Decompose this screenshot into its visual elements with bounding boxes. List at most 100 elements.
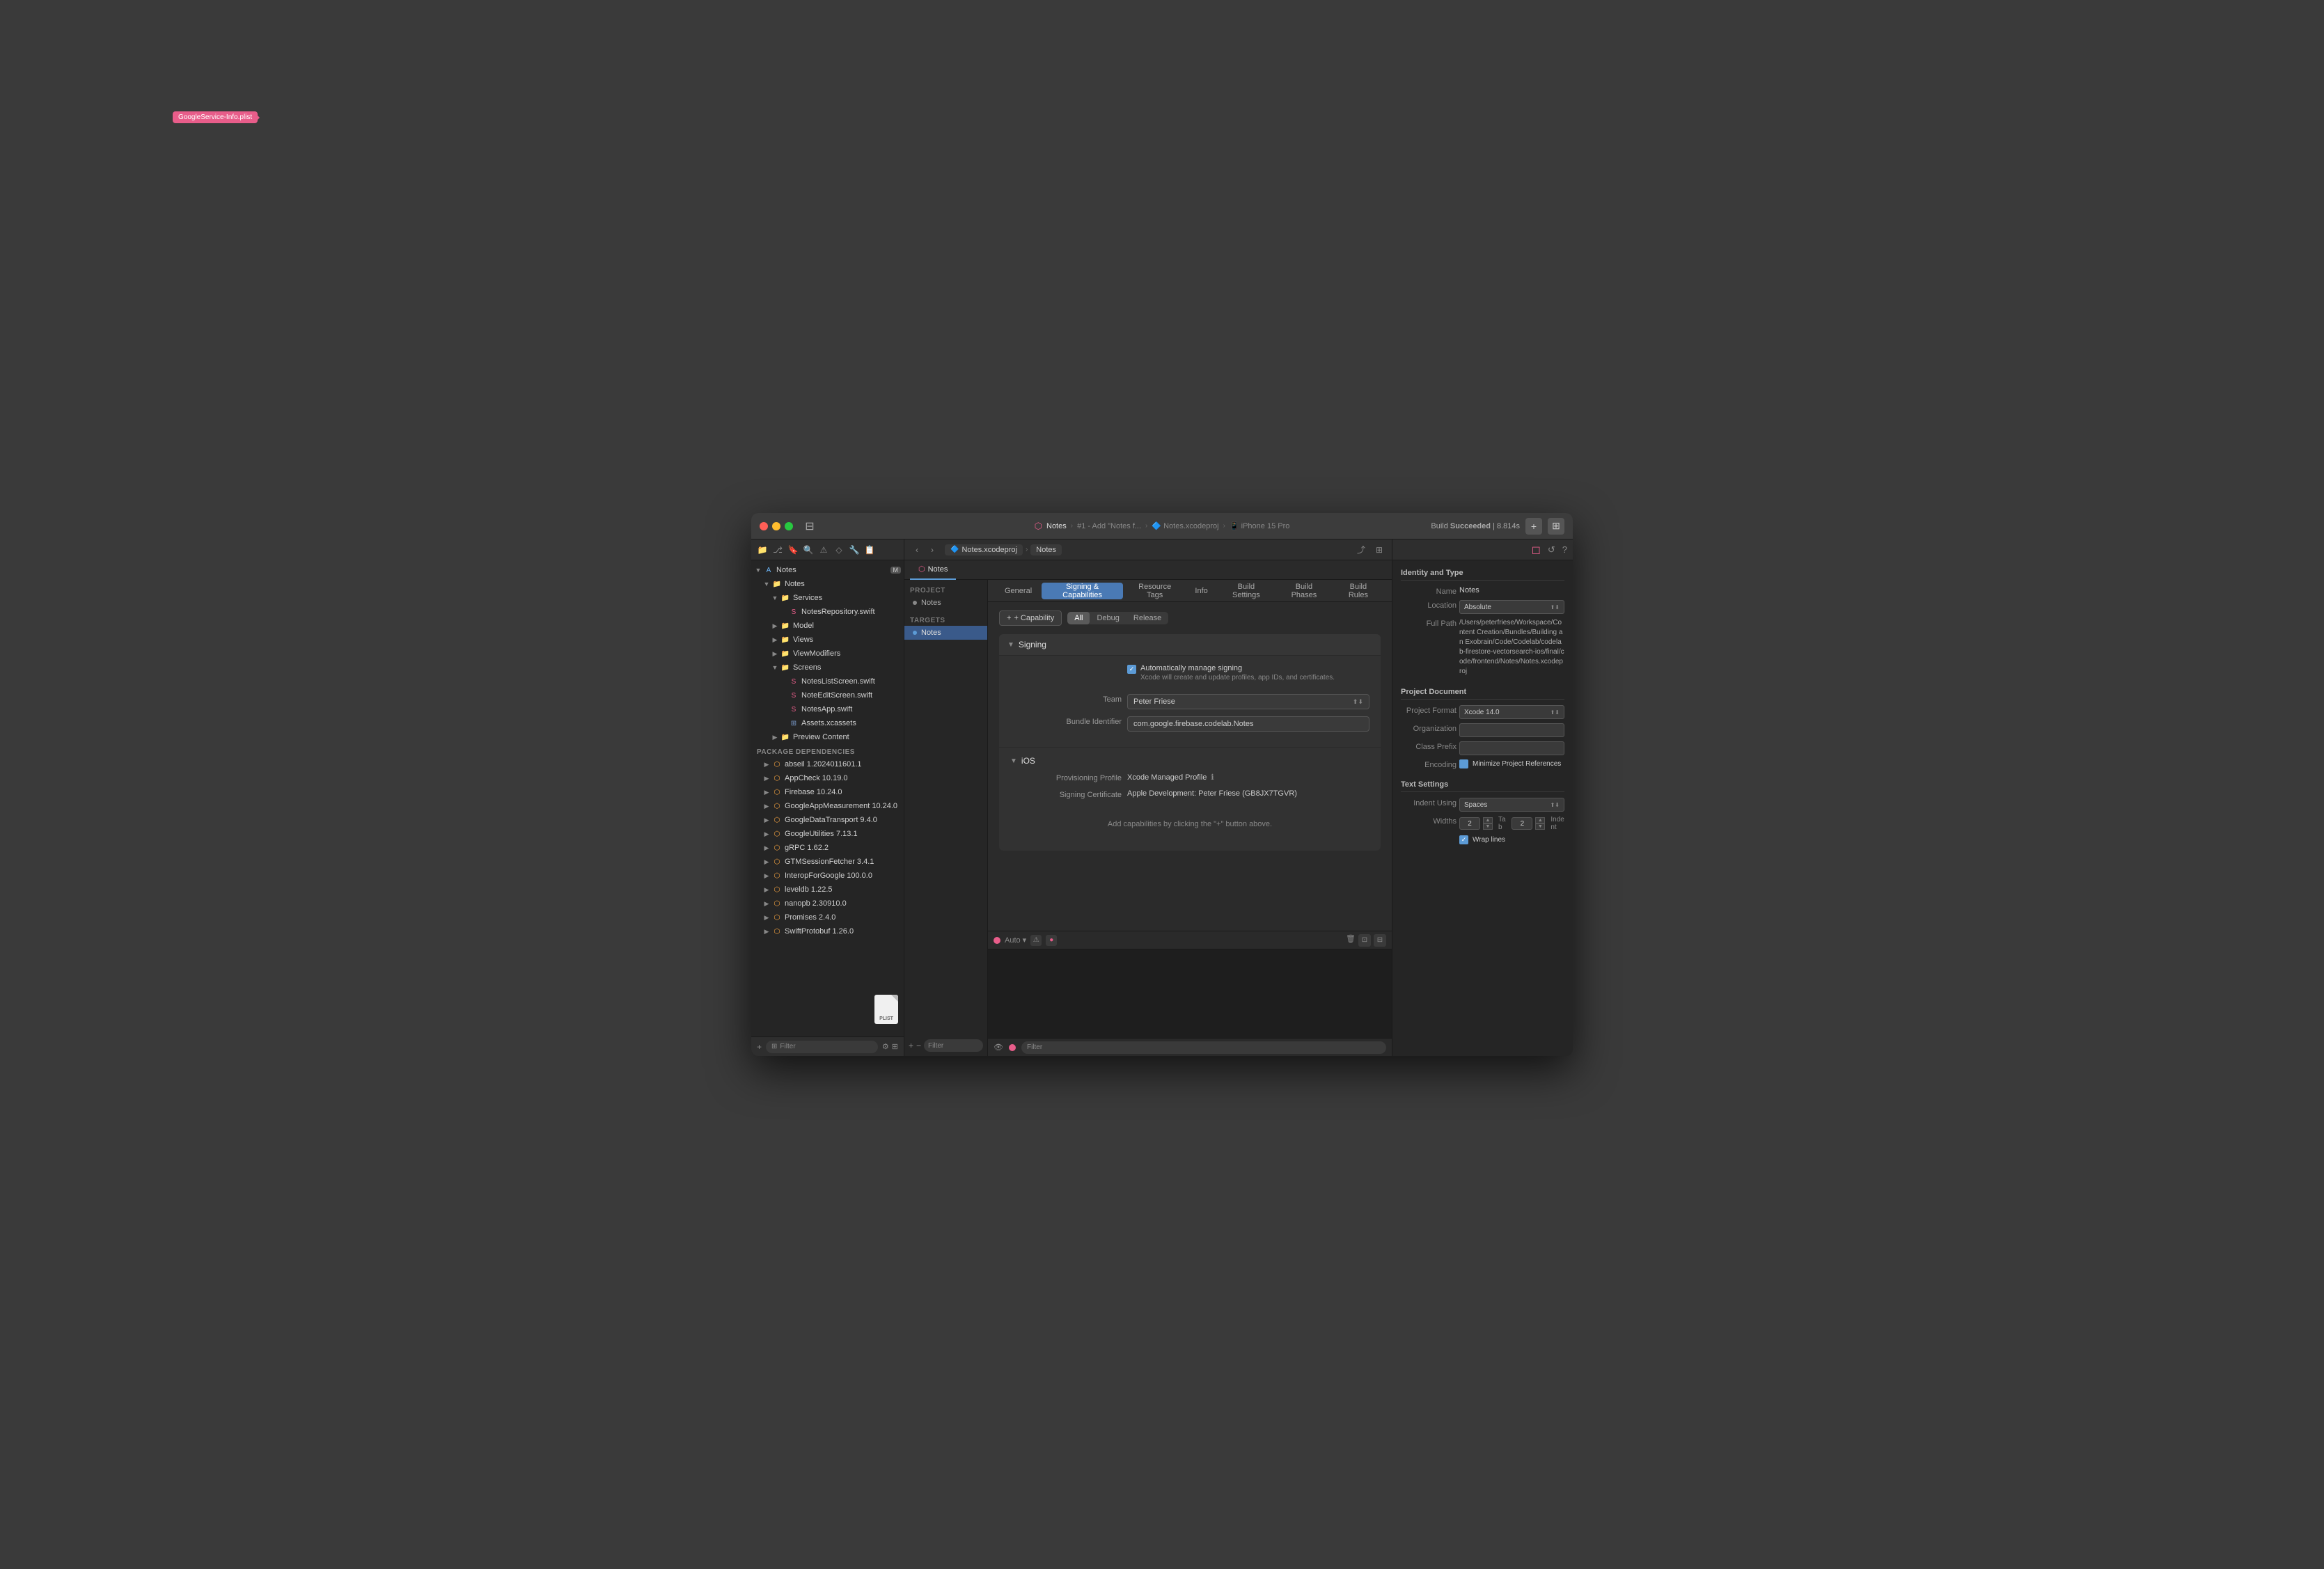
- debug-icon[interactable]: 🔧: [849, 544, 860, 555]
- help-inspector-icon[interactable]: ?: [1562, 544, 1567, 555]
- breadcrumb-xcodeproj[interactable]: 🔷 Notes.xcodeproj: [945, 544, 1023, 555]
- debug-trash-icon[interactable]: 🗑: [1346, 934, 1356, 947]
- sidebar-warning-icon[interactable]: ⚙: [882, 1042, 889, 1051]
- bundle-field[interactable]: com.google.firebase.codelab.Notes: [1127, 716, 1369, 732]
- pkg-nanopb[interactable]: ▶ ⬡ nanopb 2.30910.0: [751, 897, 904, 910]
- layout-icon[interactable]: ⊞: [1372, 543, 1386, 557]
- pkg-gtm[interactable]: ▶ ⬡ GTMSessionFetcher 3.4.1: [751, 855, 904, 869]
- report-icon[interactable]: 📋: [864, 544, 875, 555]
- pkg-leveldb[interactable]: ▶ ⬡ leveldb 1.22.5: [751, 883, 904, 897]
- tree-views-folder[interactable]: ▶ 📁 Views: [751, 633, 904, 647]
- wrap-lines-checkbox[interactable]: ✓: [1459, 835, 1468, 844]
- debug-person-icon[interactable]: ●: [1046, 935, 1057, 946]
- tab-build-phases[interactable]: Build Phases: [1276, 583, 1332, 599]
- indent-down-arrow[interactable]: ▼: [1535, 823, 1545, 830]
- pkg-swiftprotobuf[interactable]: ▶ ⬡ SwiftProtobuf 1.26.0: [751, 924, 904, 938]
- pkg-googledata[interactable]: ▶ ⬡ GoogleDataTransport 9.4.0: [751, 813, 904, 827]
- tab-up-arrow[interactable]: ▲: [1483, 817, 1493, 823]
- tree-model-folder[interactable]: ▶ 📁 Model: [751, 619, 904, 633]
- pkg-interop[interactable]: ▶ ⬡ InteropForGoogle 100.0.0: [751, 869, 904, 883]
- tree-assets[interactable]: ⊞ Assets.xcassets: [751, 716, 904, 730]
- nav-target-notes[interactable]: Notes: [904, 626, 987, 640]
- add-file-btn[interactable]: +: [757, 1042, 762, 1052]
- pkg-promises[interactable]: ▶ ⬡ Promises 2.4.0: [751, 910, 904, 924]
- add-button[interactable]: +: [1525, 518, 1542, 535]
- pkg-abseil-label: abseil 1.2024011601.1: [785, 760, 862, 768]
- breadcrumb-notes[interactable]: Notes: [1030, 544, 1062, 555]
- inspector-toggle-btn[interactable]: ⊞: [1548, 518, 1564, 535]
- maximize-button[interactable]: [785, 522, 793, 530]
- breadcrumb-file[interactable]: Notes.xcodeproj: [1163, 522, 1219, 530]
- pkg-firebase[interactable]: ▶ ⬡ Firebase 10.24.0: [751, 785, 904, 799]
- debug-eye-icon[interactable]: 👁: [994, 1043, 1003, 1052]
- tab-down-arrow[interactable]: ▼: [1483, 823, 1493, 830]
- back-button[interactable]: ‹: [910, 543, 924, 557]
- tab-info[interactable]: Info: [1186, 583, 1216, 599]
- nav-project-notes[interactable]: Notes: [904, 596, 987, 610]
- pkg-googleapp[interactable]: ▶ ⬡ GoogleAppMeasurement 10.24.0: [751, 799, 904, 813]
- tree-screens-folder[interactable]: ▼ 📁 Screens: [751, 661, 904, 675]
- sidebar-grid-icon[interactable]: ⊞: [892, 1042, 898, 1051]
- add-capability-btn[interactable]: + + Capability: [999, 610, 1062, 626]
- bookmark-icon[interactable]: 🔖: [787, 544, 799, 555]
- org-field[interactable]: [1459, 723, 1564, 737]
- filter-bar[interactable]: ⊞ Filter: [766, 1041, 878, 1053]
- tree-noteedit[interactable]: S NoteEditScreen.swift: [751, 688, 904, 702]
- close-button[interactable]: [760, 522, 768, 530]
- classprefix-field[interactable]: [1459, 741, 1564, 755]
- provisioning-info-icon[interactable]: ℹ: [1211, 773, 1214, 782]
- env-tab-release[interactable]: Release: [1126, 612, 1168, 624]
- projformat-select[interactable]: Xcode 14.0 ⬆⬇: [1459, 705, 1564, 719]
- sidebar-toggle-button[interactable]: ⊟: [800, 519, 819, 534]
- nav-remove-btn[interactable]: −: [916, 1041, 921, 1050]
- tree-services-folder[interactable]: ▼ 📁 Services: [751, 591, 904, 605]
- signing-section-header[interactable]: ▼ Signing: [999, 634, 1381, 656]
- tree-viewmodifiers-folder[interactable]: ▶ 📁 ViewModifiers: [751, 647, 904, 661]
- pkg-googleutils[interactable]: ▶ ⬡ GoogleUtilities 7.13.1: [751, 827, 904, 841]
- file-inspector-icon[interactable]: ◻: [1532, 543, 1541, 557]
- tree-notes-folder[interactable]: ▼ 📁 Notes: [751, 577, 904, 591]
- tab-width-input[interactable]: 2: [1459, 817, 1480, 830]
- tab-signing[interactable]: Signing & Capabilities: [1042, 583, 1123, 599]
- warning-icon[interactable]: ⚠: [818, 544, 829, 555]
- pkg-abseil[interactable]: ▶ ⬡ abseil 1.2024011601.1: [751, 757, 904, 771]
- indent-using-select[interactable]: Spaces ⬆⬇: [1459, 798, 1564, 812]
- tree-preview-folder[interactable]: ▶ 📁 Preview Content: [751, 730, 904, 744]
- indent-width-input[interactable]: 2: [1512, 817, 1532, 830]
- tree-notesrepo[interactable]: S NotesRepository.swift: [751, 605, 904, 619]
- search-icon[interactable]: 🔍: [803, 544, 814, 555]
- debug-split-icon[interactable]: ⊡: [1358, 934, 1371, 947]
- auto-signing-checkbox[interactable]: ✓: [1127, 665, 1136, 674]
- tab-general[interactable]: General: [996, 583, 1040, 599]
- nav-filter-bar[interactable]: Filter: [924, 1039, 983, 1052]
- forward-button[interactable]: ›: [925, 543, 939, 557]
- env-tab-all[interactable]: All: [1067, 612, 1090, 624]
- pkg-appcheck[interactable]: ▶ ⬡ AppCheck 10.19.0: [751, 771, 904, 785]
- history-inspector-icon[interactable]: ↺: [1548, 544, 1555, 555]
- encoding-checkbox[interactable]: [1459, 759, 1468, 768]
- tab-notes[interactable]: ⬡ Notes: [910, 560, 956, 580]
- tree-noteslist[interactable]: S NotesListScreen.swift: [751, 675, 904, 688]
- debug-btn1[interactable]: ⚠: [1030, 935, 1042, 946]
- tab-build-settings[interactable]: Build Settings: [1218, 583, 1275, 599]
- test-icon[interactable]: ◇: [833, 544, 845, 555]
- team-select[interactable]: Peter Friese ⬆⬇: [1127, 694, 1369, 709]
- source-control-icon[interactable]: ⎇: [772, 544, 783, 555]
- debug-filter[interactable]: Filter: [1021, 1041, 1386, 1054]
- env-tab-debug[interactable]: Debug: [1090, 612, 1126, 624]
- indent-using-row: Indent Using Spaces ⬆⬇: [1401, 798, 1564, 812]
- indent-up-arrow[interactable]: ▲: [1535, 817, 1545, 823]
- minimize-button[interactable]: [772, 522, 780, 530]
- tab-build-rules[interactable]: Build Rules: [1333, 583, 1383, 599]
- share-icon[interactable]: ⤴: [1354, 543, 1368, 557]
- debug-panel-icon[interactable]: ⊟: [1374, 934, 1386, 947]
- nav-add-btn[interactable]: +: [909, 1041, 913, 1050]
- inspector-encoding-row: Encoding Minimize Project References: [1401, 759, 1564, 769]
- tab-resource-tags[interactable]: Resource Tags: [1124, 583, 1185, 599]
- tree-root-notes[interactable]: ▼ A Notes M: [751, 563, 904, 577]
- folder-icon[interactable]: 📁: [757, 544, 768, 555]
- location-select[interactable]: Absolute ⬆⬇: [1459, 600, 1564, 614]
- pkg-grpc[interactable]: ▶ ⬡ gRPC 1.62.2: [751, 841, 904, 855]
- tree-notesapp[interactable]: S NotesApp.swift: [751, 702, 904, 716]
- wrap-lines-checkbox-group: ✓ Wrap lines: [1459, 835, 1564, 844]
